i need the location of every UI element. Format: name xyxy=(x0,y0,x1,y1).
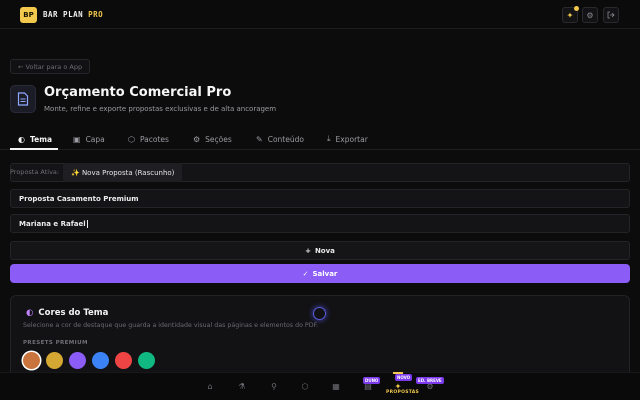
theme-card-description: Selecione a cor de destaque que guarda a… xyxy=(23,322,319,329)
active-proposal-label: Proposta Ativa: xyxy=(10,168,60,176)
logout-button[interactable] xyxy=(603,7,619,23)
palette-icon: ◐ xyxy=(18,134,25,144)
brand-name: BAR PLAN xyxy=(43,10,84,19)
check-icon: ✓ xyxy=(302,269,309,278)
tab-label: Seções xyxy=(205,134,232,144)
settings-button[interactable]: ⚙ xyxy=(582,7,598,23)
color-swatch-gold[interactable] xyxy=(46,352,63,369)
tab-label: Conteúdo xyxy=(267,134,304,144)
nav-home-icon[interactable]: ⌂ xyxy=(204,380,216,392)
new-proposal-button[interactable]: + Nova xyxy=(10,241,630,260)
back-to-app-button[interactable]: ← Voltar para o App xyxy=(10,59,91,74)
download-icon: ⤓ xyxy=(327,134,331,143)
nav-pin-icon[interactable]: ⚲ xyxy=(268,380,280,392)
color-swatch-green[interactable] xyxy=(138,352,155,369)
brand-accent: PRO xyxy=(88,10,104,19)
tab-label: Tema xyxy=(29,134,53,144)
page-subtitle: Monte, refine e exporte propostas exclus… xyxy=(44,105,277,113)
proposal-name-input[interactable]: Proposta Casamento Premium xyxy=(10,189,630,208)
presets-label: PRESETS PREMIUM xyxy=(23,340,88,346)
nav-cube-icon[interactable]: ⬡ xyxy=(299,380,311,392)
notification-dot xyxy=(574,6,579,11)
text-caret xyxy=(86,220,88,228)
nav-badge: ED. BREVE xyxy=(416,377,444,384)
document-icon xyxy=(10,85,36,113)
color-swatch-copper[interactable] xyxy=(23,352,40,369)
edit-icon: ✎ xyxy=(256,134,263,144)
tab-label: Pacotes xyxy=(139,134,169,144)
active-tab-indicator xyxy=(10,148,58,150)
nav-flask-icon[interactable]: ⚗ xyxy=(236,380,248,392)
tab-label: Exportar xyxy=(335,134,368,144)
gear-icon: ⚙ xyxy=(193,134,201,144)
app-brand: BAR PLAN PRO xyxy=(43,10,103,19)
tab-exportar[interactable]: ⤓ Exportar xyxy=(327,133,368,145)
proposal-name-value: Proposta Casamento Premium xyxy=(19,195,139,203)
app-logo[interactable]: BP xyxy=(20,7,37,23)
nav-calendar-icon[interactable]: ▦ xyxy=(330,380,342,392)
gear-icon: ⚙ xyxy=(586,10,594,20)
tab-secoes[interactable]: ⚙ Seções xyxy=(193,133,232,145)
tab-capa[interactable]: ▣ Capa xyxy=(73,133,105,145)
palette-icon: ◐ xyxy=(26,308,34,318)
new-button-label: Nova xyxy=(314,246,335,255)
image-icon: ▣ xyxy=(73,134,81,144)
bottom-navigation xyxy=(0,372,640,400)
page-title: Orçamento Comercial Pro xyxy=(44,85,232,100)
plus-icon: + xyxy=(305,246,311,255)
logout-icon xyxy=(607,11,615,19)
color-swatch-red[interactable] xyxy=(115,352,132,369)
nav-badge: DUNO xyxy=(363,377,381,384)
theme-card-title: ◐ Cores do Tema xyxy=(26,308,109,318)
save-button[interactable]: ✓ Salvar xyxy=(10,264,630,283)
sparkles-button[interactable]: ✦ xyxy=(562,6,579,23)
active-proposal-select[interactable]: ✨ Nova Proposta (Rascunho) xyxy=(63,163,183,182)
tab-pacotes[interactable]: ⬡ Pacotes xyxy=(128,133,169,145)
tab-tema[interactable]: ◐ Tema xyxy=(18,133,52,145)
loading-spinner-icon xyxy=(313,307,326,320)
tab-label: Capa xyxy=(85,134,105,144)
color-swatch-blue[interactable] xyxy=(92,352,109,369)
color-swatch-purple[interactable] xyxy=(69,352,86,369)
sparkles-icon: ✦ xyxy=(566,10,574,20)
client-name-value: Mariana e Rafael xyxy=(19,220,88,228)
client-name-input[interactable]: Mariana e Rafael xyxy=(10,214,630,233)
save-button-label: Salvar xyxy=(312,269,338,278)
nav-badge: NOVO xyxy=(395,374,413,381)
tab-conteudo[interactable]: ✎ Conteúdo xyxy=(256,133,304,145)
nav-active-label: PROPOSTAS xyxy=(386,390,420,395)
box-icon: ⬡ xyxy=(128,134,135,144)
